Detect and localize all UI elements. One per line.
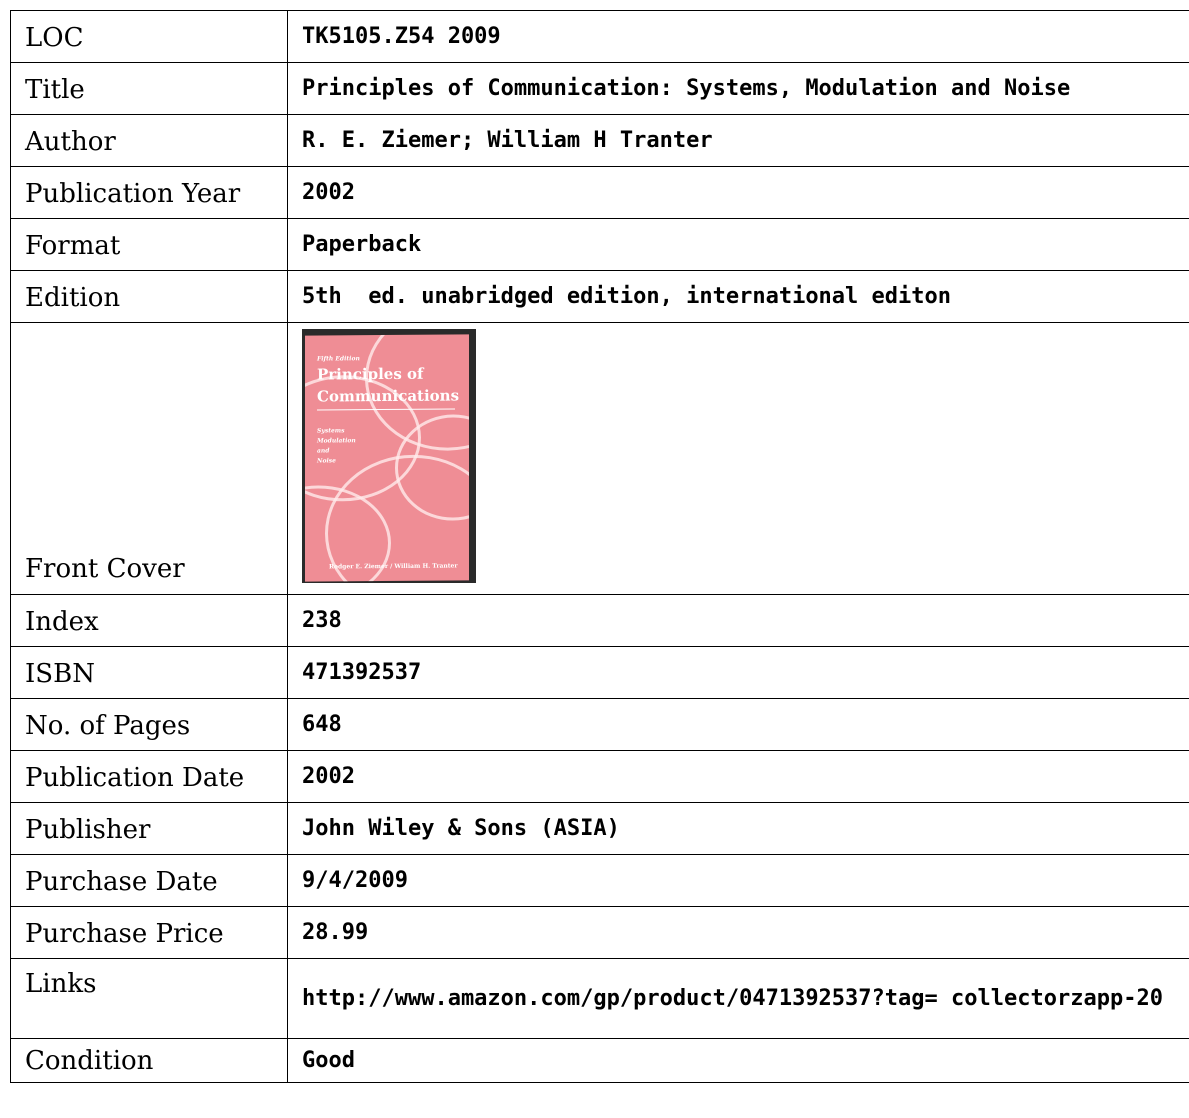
cover-subtitle-line: Modulation (317, 437, 356, 445)
book-record-table: LOC TK5105.Z54 2009 Title Principles of … (10, 10, 1189, 1083)
row-format: Format Paperback (10, 218, 1189, 271)
format-label: Format (10, 218, 288, 271)
isbn-value: 471392537 (287, 646, 1189, 699)
cover-subtitle-line: Noise (317, 457, 336, 465)
row-author: Author R. E. Ziemer; William H Tranter (10, 114, 1189, 167)
cover-authors-text: Rodger E. Ziemer / William H. Tranter (329, 562, 458, 571)
links-label: Links (10, 958, 288, 1039)
pages-value: 648 (287, 698, 1189, 751)
book-cover-face: Fifth Edition Principles of Communicatio… (305, 334, 469, 582)
cover-edition-text: Fifth Edition (317, 355, 360, 363)
book-cover-image: Fifth Edition Principles of Communicatio… (302, 329, 476, 583)
front-cover-cell: Fifth Edition Principles of Communicatio… (287, 322, 1189, 595)
publication-year-value: 2002 (287, 166, 1189, 219)
author-value: R. E. Ziemer; William H Tranter (287, 114, 1189, 167)
purchase-date-label: Purchase Date (10, 854, 288, 907)
row-index: Index 238 (10, 594, 1189, 647)
row-purchase-date: Purchase Date 9/4/2009 (10, 854, 1189, 907)
row-isbn: ISBN 471392537 (10, 646, 1189, 699)
row-pages: No. of Pages 648 (10, 698, 1189, 751)
row-publisher: Publisher John Wiley & Sons (ASIA) (10, 802, 1189, 855)
isbn-label: ISBN (10, 646, 288, 699)
condition-value: Good (287, 1038, 1189, 1083)
edition-label: Edition (10, 270, 288, 323)
publication-date-value: 2002 (287, 750, 1189, 803)
row-loc: LOC TK5105.Z54 2009 (10, 10, 1189, 63)
cover-title-line2: Communications (317, 386, 460, 406)
amazon-link[interactable]: http://www.amazon.com/gp/product/0471392… (287, 958, 1189, 1039)
purchase-date-value: 9/4/2009 (287, 854, 1189, 907)
row-edition: Edition 5th ed. unabridged edition, inte… (10, 270, 1189, 323)
row-publication-date: Publication Date 2002 (10, 750, 1189, 803)
loc-label: LOC (10, 10, 288, 63)
row-title: Title Principles of Communication: Syste… (10, 62, 1189, 115)
publisher-value: John Wiley & Sons (ASIA) (287, 802, 1189, 855)
cover-subtitle-line: and (317, 447, 330, 455)
row-condition: Condition Good (10, 1038, 1189, 1083)
cover-title-line1: Principles of (317, 364, 424, 384)
index-label: Index (10, 594, 288, 647)
row-publication-year: Publication Year 2002 (10, 166, 1189, 219)
title-value: Principles of Communication: Systems, Mo… (287, 62, 1189, 115)
purchase-price-label: Purchase Price (10, 906, 288, 959)
format-value: Paperback (287, 218, 1189, 271)
index-value: 238 (287, 594, 1189, 647)
loc-value: TK5105.Z54 2009 (287, 10, 1189, 63)
condition-label: Condition (10, 1038, 288, 1083)
pages-label: No. of Pages (10, 698, 288, 751)
title-label: Title (10, 62, 288, 115)
publication-date-label: Publication Date (10, 750, 288, 803)
front-cover-label: Front Cover (10, 322, 288, 595)
publication-year-label: Publication Year (10, 166, 288, 219)
row-front-cover: Front Cover Fifth Edition Principles of … (10, 322, 1189, 595)
purchase-price-value: 28.99 (287, 906, 1189, 959)
row-links: Links http://www.amazon.com/gp/product/0… (10, 958, 1189, 1039)
author-label: Author (10, 114, 288, 167)
publisher-label: Publisher (10, 802, 288, 855)
row-purchase-price: Purchase Price 28.99 (10, 906, 1189, 959)
cover-subtitle-line: Systems (317, 427, 345, 435)
edition-value: 5th ed. unabridged edition, internationa… (287, 270, 1189, 323)
